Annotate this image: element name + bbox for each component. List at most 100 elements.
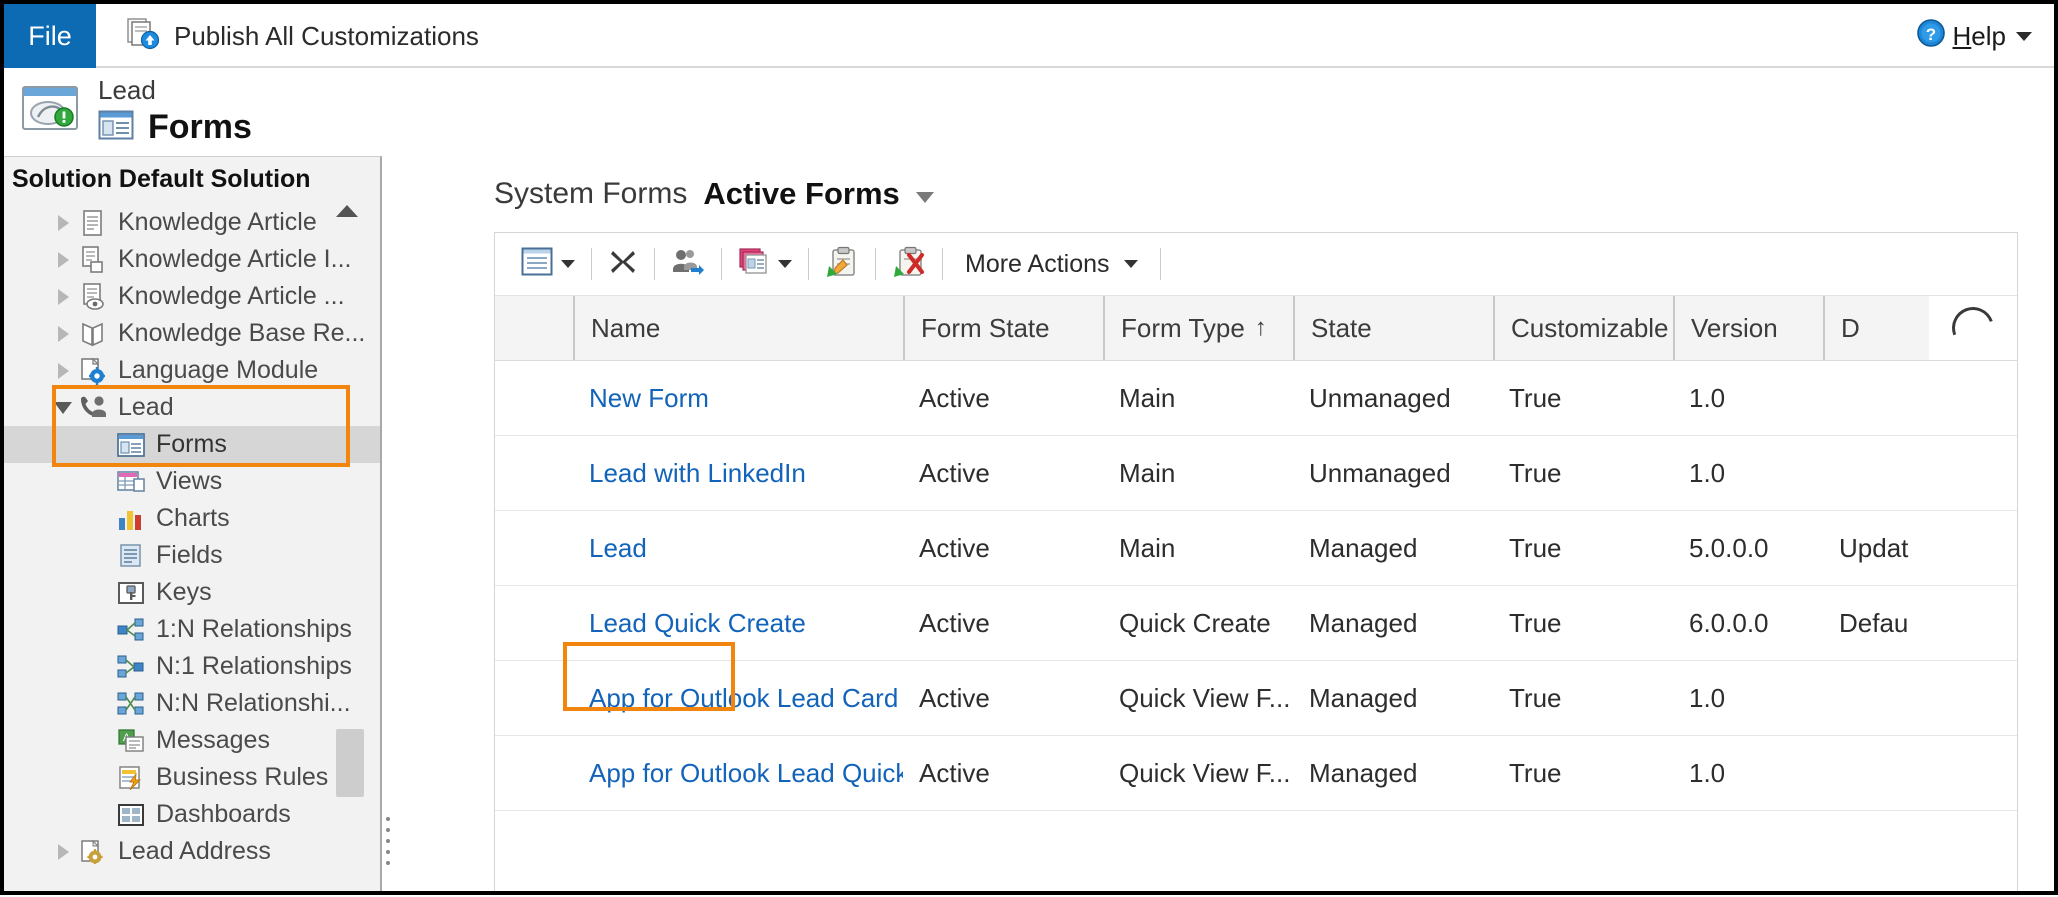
chevron-down-icon[interactable]: [561, 260, 575, 268]
sidebar-item-label: Keys: [156, 578, 212, 606]
sidebar-item-dashboards[interactable]: Dashboards: [4, 796, 380, 833]
chevron-right-icon[interactable]: [50, 288, 76, 305]
table-row[interactable]: App for Outlook Lead Card Active Quick Vie…: [495, 661, 2017, 736]
one-to-many-relationships-icon: [114, 615, 148, 645]
cell-form-state: Active: [919, 607, 990, 638]
chevron-down-icon[interactable]: [1123, 260, 1138, 268]
cell-state: Managed: [1309, 532, 1418, 563]
sidebar-item-knowledge-base-re[interactable]: Knowledge Base Re...: [4, 315, 380, 352]
cell-name[interactable]: Lead with LinkedIn: [573, 436, 903, 510]
sidebar-item-label: Fields: [156, 541, 223, 569]
sidebar-item-forms[interactable]: Forms: [4, 426, 380, 463]
table-row[interactable]: Lead Quick Create Active Quick Create Manag…: [495, 586, 2017, 661]
sidebar-item-knowledge-article-i[interactable]: Knowledge Article I...: [4, 241, 380, 278]
column-header-label: Version: [1691, 312, 1778, 343]
cell-form-state: Active: [919, 457, 990, 488]
sidebar-item-knowledge-article[interactable]: Knowledge Article ...: [4, 278, 380, 315]
column-header-version[interactable]: Version: [1673, 296, 1823, 360]
sidebar-item-charts[interactable]: Charts: [4, 500, 380, 537]
sidebar-item-lead[interactable]: Lead: [4, 389, 380, 426]
column-header-description[interactable]: D: [1823, 296, 1943, 360]
chevron-down-icon[interactable]: [50, 401, 76, 414]
chevron-right-icon[interactable]: [50, 362, 76, 379]
sidebar-item-n-n-relationshi[interactable]: N:N Relationshi...: [4, 685, 380, 722]
sidebar-item-label: N:1 Relationships: [156, 652, 352, 680]
column-header-state[interactable]: State: [1293, 296, 1493, 360]
assign-security-roles-icon: [671, 247, 705, 282]
select-all-column-header[interactable]: [495, 296, 573, 360]
chevron-down-icon[interactable]: [915, 191, 934, 203]
active-view-name[interactable]: Active Forms: [703, 176, 899, 212]
cell-name[interactable]: New Form: [573, 361, 903, 435]
new-form-button[interactable]: [509, 241, 587, 287]
table-row[interactable]: New Form Active Main Unmanaged True 1.0: [495, 361, 2017, 436]
form-order-icon: [738, 247, 772, 282]
table-row[interactable]: Lead Active Main Managed True 5.0.0.0 Updat: [495, 511, 2017, 586]
file-menu-tab[interactable]: File: [4, 4, 96, 68]
cell-version: 1.0: [1689, 682, 1726, 713]
row-select-checkbox[interactable]: [495, 511, 573, 585]
toolbar-divider: [875, 248, 876, 280]
toolbar-divider: [654, 248, 655, 280]
row-select-checkbox[interactable]: [495, 661, 573, 735]
chevron-down-icon[interactable]: [778, 260, 792, 268]
publish-all-customizations-button[interactable]: Publish All Customizations: [96, 4, 501, 68]
cell-description: [1823, 361, 1943, 435]
cell-name[interactable]: App for Outlook Lead Card: [573, 661, 903, 735]
sidebar-item-lead-address[interactable]: Lead Address: [4, 833, 380, 870]
knowledge-base-record-icon: [76, 319, 110, 349]
sidebar-item-language-module[interactable]: Language Module: [4, 352, 380, 389]
publish-form-button[interactable]: [813, 241, 871, 287]
row-select-checkbox[interactable]: [495, 586, 573, 660]
chevron-right-icon[interactable]: [50, 325, 76, 342]
column-header-customizable[interactable]: Customizable: [1493, 296, 1673, 360]
cell-customizable: True: [1509, 607, 1562, 638]
cell-name[interactable]: Lead: [573, 511, 903, 585]
more-actions-button[interactable]: More Actions: [947, 250, 1156, 279]
sidebar-item-knowledge-article[interactable]: Knowledge Article: [4, 204, 380, 241]
forms-icon: [114, 430, 148, 460]
remove-from-solution-button[interactable]: [880, 241, 938, 287]
sidebar-item-views[interactable]: Views: [4, 463, 380, 500]
row-select-checkbox[interactable]: [495, 736, 573, 810]
business-rules-icon: [114, 763, 148, 793]
sidebar-item-messages[interactable]: A Messages: [4, 722, 380, 759]
chevron-right-icon[interactable]: [50, 843, 76, 860]
sidebar-item-1-n-relationships[interactable]: 1:N Relationships: [4, 611, 380, 648]
sidebar-scroll-thumb[interactable]: [336, 729, 364, 797]
help-menu-button[interactable]: ? Help: [1915, 4, 2054, 68]
sidebar-scrollbar[interactable]: [336, 337, 364, 897]
sidebar-item-n-1-relationships[interactable]: N:1 Relationships: [4, 648, 380, 685]
column-header-form-type[interactable]: Form Type ↑: [1103, 296, 1293, 360]
table-row[interactable]: App for Outlook Lead Quick Vi... Active Qu…: [495, 736, 2017, 811]
toolbar-divider: [1159, 248, 1161, 280]
entity-name: Lead: [98, 75, 156, 106]
grid-loading-indicator: [1929, 296, 2017, 360]
cell-name[interactable]: Lead Quick Create: [573, 586, 903, 660]
cell-form-state: Active: [919, 757, 990, 788]
row-select-checkbox[interactable]: [495, 436, 573, 510]
form-order-button[interactable]: [726, 241, 804, 287]
row-select-checkbox[interactable]: [495, 361, 573, 435]
toolbar-divider: [591, 248, 592, 280]
cell-name[interactable]: App for Outlook Lead Quick Vi...: [573, 736, 903, 810]
scroll-up-arrow-icon[interactable]: [336, 205, 358, 217]
chevron-right-icon[interactable]: [50, 214, 76, 231]
delete-button[interactable]: [596, 241, 650, 287]
sidebar-item-fields[interactable]: Fields: [4, 537, 380, 574]
sidebar-item-business-rules[interactable]: Business Rules: [4, 759, 380, 796]
loading-spinner-icon: [1945, 300, 2001, 356]
chevron-right-icon[interactable]: [50, 251, 76, 268]
sidebar-item-keys[interactable]: Keys: [4, 574, 380, 611]
sidebar-splitter-handle[interactable]: [386, 817, 390, 865]
sidebar-item-label: Business Rules: [156, 763, 329, 791]
many-to-many-relationships-icon: [114, 689, 148, 719]
chevron-down-icon[interactable]: [2016, 31, 2032, 41]
forms-icon: [98, 110, 134, 145]
table-row[interactable]: Lead with LinkedIn Active Main Unmanaged Tru…: [495, 436, 2017, 511]
column-header-form-state[interactable]: Form State: [903, 296, 1103, 360]
column-header-name[interactable]: Name: [573, 296, 903, 360]
topbar-divider: [96, 66, 2054, 68]
messages-icon: A: [114, 726, 148, 756]
assign-security-roles-button[interactable]: [659, 241, 717, 287]
